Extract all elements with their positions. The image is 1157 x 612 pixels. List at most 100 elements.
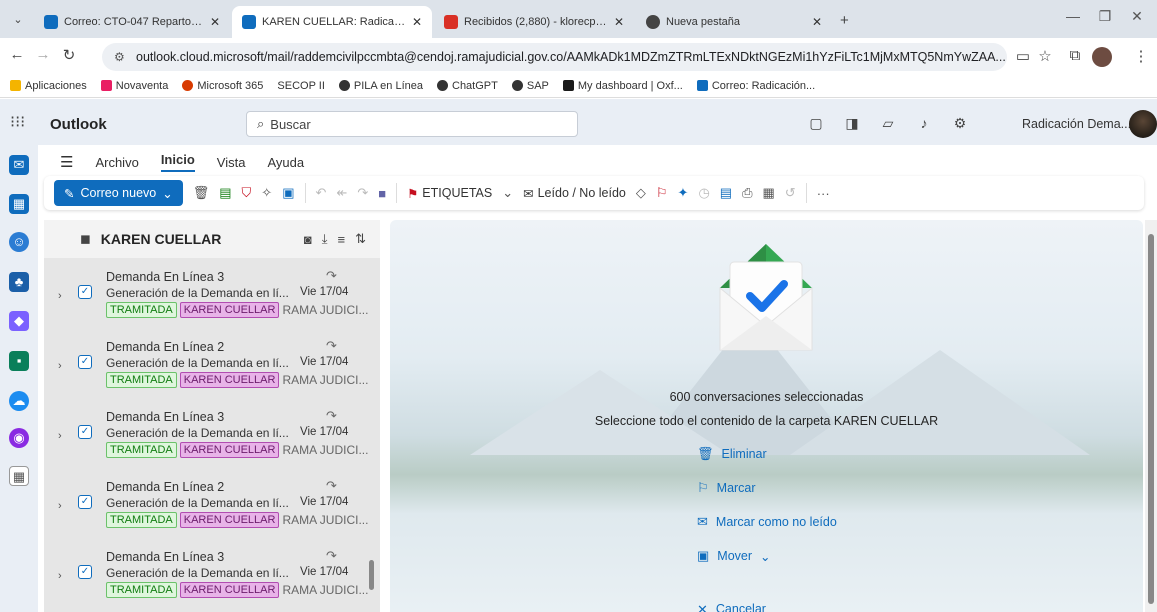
jump-to-icon[interactable]: ⤓ — [322, 231, 328, 247]
select-all-folder-link[interactable]: Seleccione todo el contenido de la carpe… — [390, 414, 1143, 428]
checkbox-checked-icon[interactable]: ✓ — [78, 425, 92, 439]
feedback-icon[interactable]: ▱ — [878, 115, 898, 132]
category-icon[interactable]: ◇ — [636, 185, 646, 201]
sweep-icon[interactable]: ✧ — [261, 185, 272, 201]
list-item[interactable]: › ✓ Demanda En Línea 2 ↷ Generación de l… — [44, 338, 370, 406]
apps-icon[interactable]: ▦ — [762, 185, 774, 201]
bookmark-apps[interactable]: Aplicaciones — [10, 80, 87, 92]
scrollbar-thumb[interactable] — [1148, 234, 1154, 604]
teams-share-icon[interactable]: ■ — [378, 186, 386, 201]
close-icon[interactable]: ✕ — [812, 15, 822, 29]
bookmark-novaventa[interactable]: Novaventa — [100, 80, 168, 92]
bookmark-sap[interactable]: SAP — [511, 80, 549, 92]
message-list-scrollbar[interactable] — [368, 262, 376, 612]
people-icon[interactable]: ☺ — [9, 232, 29, 252]
flag-button[interactable]: ⚐ Marcar — [697, 480, 756, 496]
site-info-icon[interactable]: ⚙ — [114, 43, 125, 71]
meet-now-icon[interactable]: ▢ — [806, 115, 826, 132]
excel-icon[interactable]: ▪ — [9, 351, 29, 371]
reading-pane-scrollbar[interactable] — [1145, 220, 1157, 612]
tab-archivo[interactable]: Archivo — [95, 155, 138, 170]
chevron-right-icon[interactable]: › — [58, 500, 62, 512]
delete-icon[interactable]: 🗑 — [193, 185, 210, 201]
list-item[interactable]: › ✓ Demanda En Línea 3 ↷ Generación de l… — [44, 548, 370, 612]
list-item[interactable]: › ✓ Demanda En Línea 3 ↷ Generación de l… — [44, 268, 370, 336]
mark-unread-button[interactable]: ✉ Marcar como no leído — [697, 514, 837, 530]
app-launcher-icon[interactable]: ⁝⁝⁝ — [10, 112, 25, 132]
report-icon[interactable]: ⛉ — [242, 185, 252, 201]
copilot-icon[interactable]: ◆ — [9, 311, 29, 331]
chevron-right-icon[interactable]: › — [58, 430, 62, 442]
cast-icon[interactable]: ▭ — [1012, 47, 1034, 65]
minimize-icon[interactable]: — — [1058, 8, 1088, 24]
move-to-icon[interactable]: ▣ — [282, 185, 294, 201]
new-tab-button[interactable]: + — [840, 12, 849, 29]
pin-icon[interactable]: ✦ — [678, 185, 689, 201]
checkbox-checked-icon[interactable]: ✓ — [78, 285, 92, 299]
hamburger-icon[interactable]: ☰ — [60, 153, 73, 171]
tab-ayuda[interactable]: Ayuda — [267, 155, 304, 170]
forward-icon[interactable]: → — [32, 46, 54, 63]
more-apps-icon[interactable]: ▦ — [9, 466, 29, 486]
chevron-right-icon[interactable]: › — [58, 360, 62, 372]
tab-vista[interactable]: Vista — [217, 155, 246, 170]
forward-icon[interactable]: ↷ — [357, 185, 368, 201]
checkbox-checked-icon[interactable]: ✓ — [78, 355, 92, 369]
chevron-down-icon[interactable]: ⌄ — [162, 186, 172, 201]
bookmark-correo[interactable]: Correo: Radicación... — [696, 80, 815, 92]
bookmark-star-icon[interactable]: ☆ — [1034, 47, 1056, 65]
flag-icon[interactable]: ⚐ — [656, 185, 668, 201]
loop-icon[interactable]: ◉ — [9, 428, 29, 448]
reply-icon[interactable]: ↶ — [316, 185, 327, 201]
checkbox-checked-icon[interactable]: ✓ — [78, 495, 92, 509]
address-bar[interactable]: ⚙ outlook.cloud.microsoft/mail/raddemciv… — [102, 43, 1007, 71]
reload-icon[interactable]: ↻ — [58, 46, 80, 64]
undo-icon[interactable]: ↺ — [785, 185, 796, 201]
bell-icon[interactable]: ♪ — [914, 115, 934, 131]
bookmark-microsoft-365[interactable]: Microsoft 365 — [182, 80, 263, 92]
cancel-button[interactable]: ✕ Cancelar — [697, 602, 766, 612]
archive-icon[interactable]: ▤ — [219, 185, 231, 201]
close-icon[interactable]: ✕ — [210, 15, 220, 29]
select-all-checkbox-icon[interactable]: ◼ — [80, 231, 91, 247]
tab-search-chevron-icon[interactable]: ⌄ — [8, 10, 28, 30]
chevron-right-icon[interactable]: › — [58, 570, 62, 582]
scrollbar-thumb[interactable] — [369, 560, 374, 590]
chevron-down-icon[interactable]: ⌄ — [502, 185, 513, 201]
delete-button[interactable]: 🗑 Eliminar — [697, 446, 767, 462]
browser-tab-1[interactable]: KAREN CUELLAR: Radicación De ✕ — [232, 6, 432, 38]
sort-icon[interactable]: ⇅ — [355, 231, 366, 247]
rules-icon[interactable]: ▤ — [720, 185, 732, 201]
close-icon[interactable]: ✕ — [412, 15, 422, 29]
reply-all-icon[interactable]: ↞ — [336, 185, 347, 201]
filter-icon[interactable]: ≡ — [338, 232, 346, 247]
list-item[interactable]: › ✓ Demanda En Línea 3 ↷ Generación de l… — [44, 408, 370, 476]
extensions-icon[interactable]: ⧉ — [1064, 47, 1086, 64]
kebab-menu-icon[interactable]: ⋮ — [1130, 47, 1152, 65]
profile-avatar[interactable] — [1092, 47, 1112, 67]
more-options-button[interactable]: ··· — [817, 186, 830, 201]
checkbox-checked-icon[interactable]: ✓ — [78, 565, 92, 579]
account-name[interactable]: Radicación Dema... — [1022, 117, 1131, 131]
avatar[interactable] — [1129, 110, 1157, 138]
window-close-icon[interactable]: ✕ — [1122, 8, 1152, 25]
move-button[interactable]: ▣ Mover ⌄ — [697, 548, 771, 564]
chevron-right-icon[interactable]: › — [58, 290, 62, 302]
back-icon[interactable]: ← — [6, 46, 28, 63]
browser-tab-0[interactable]: Correo: CTO-047 Reparto 03 De ✕ — [34, 6, 230, 38]
bookmark-pila[interactable]: PILA en Línea — [338, 80, 423, 92]
org-icon[interactable]: ♣ — [9, 272, 29, 292]
bookmark-chatgpt[interactable]: ChatGPT — [437, 80, 498, 92]
tab-inicio[interactable]: Inicio — [160, 152, 195, 172]
onedrive-icon[interactable]: ☁ — [9, 391, 29, 411]
snooze-icon[interactable]: ◷ — [698, 185, 709, 201]
print-icon[interactable]: ⎙ — [742, 185, 752, 201]
mail-icon[interactable]: ✉ — [9, 155, 29, 175]
gear-icon[interactable]: ⚙ — [950, 115, 970, 132]
browser-tab-3[interactable]: Nueva pestaña ✕ — [636, 6, 832, 38]
teams-icon[interactable]: ◨ — [842, 115, 862, 132]
search-input[interactable]: ⌕ Buscar — [246, 111, 578, 137]
restore-icon[interactable]: ❐ — [1090, 8, 1120, 25]
bookmark-dashboard[interactable]: My dashboard | Oxf... — [562, 80, 683, 92]
browser-tab-2[interactable]: Recibidos (2,880) - klorecp22@ ✕ — [434, 6, 634, 38]
